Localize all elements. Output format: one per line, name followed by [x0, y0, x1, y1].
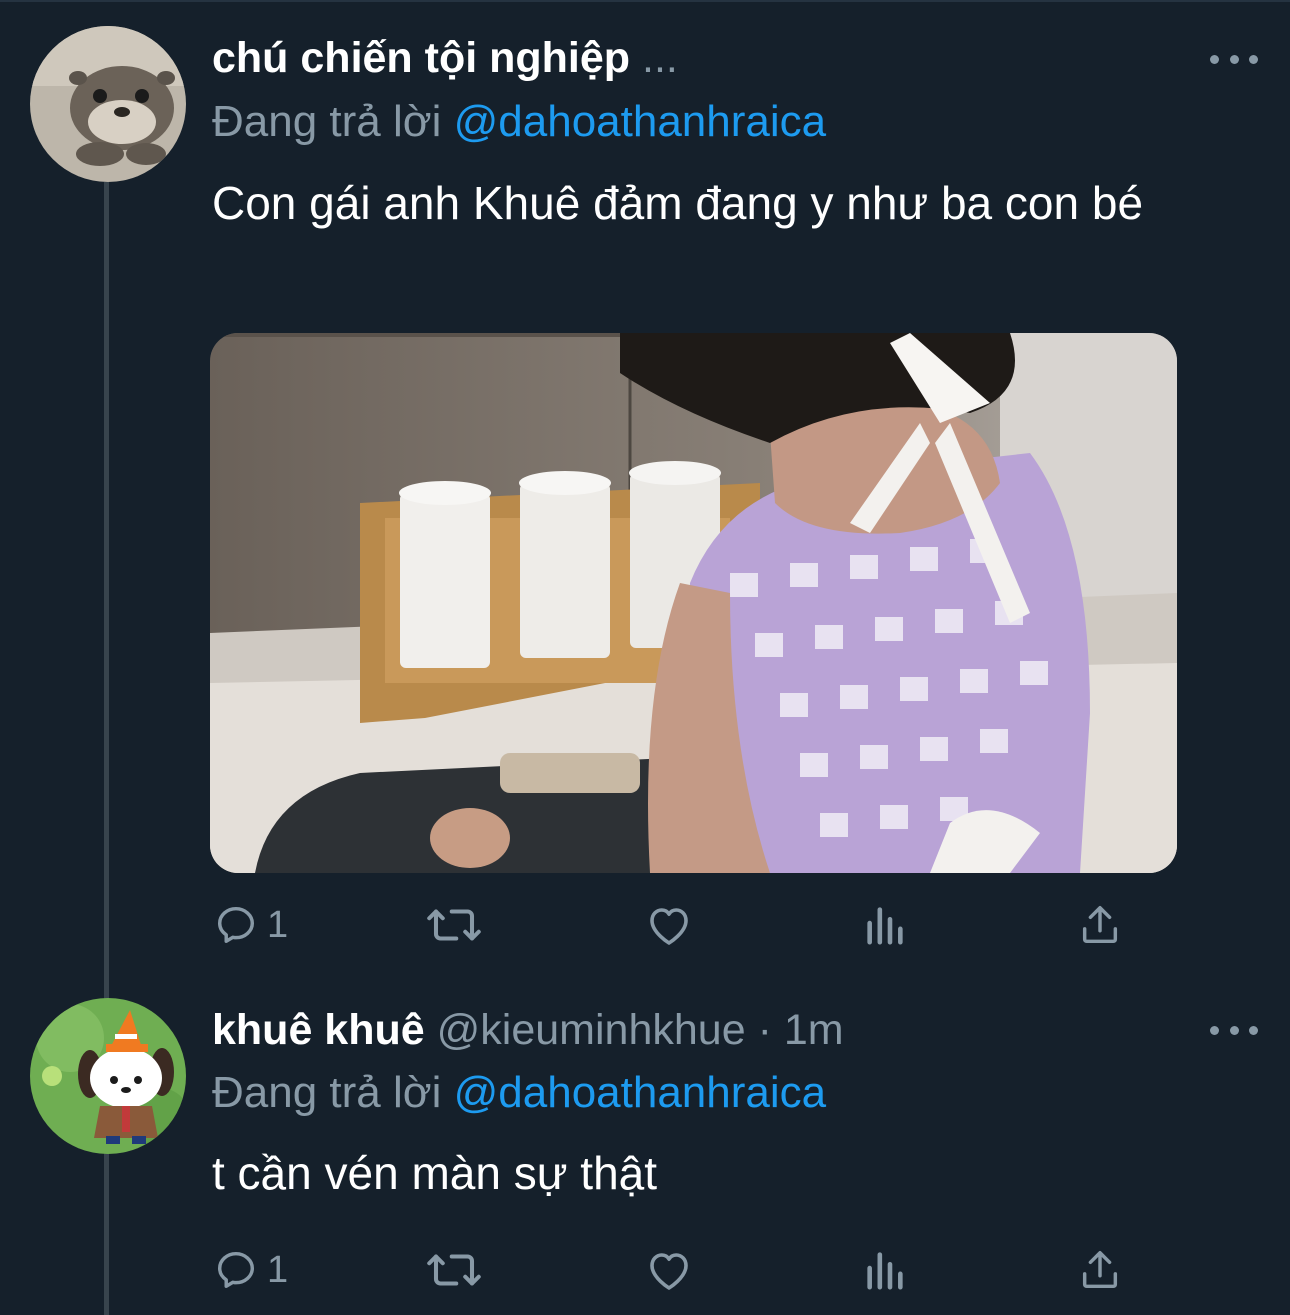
user-handle[interactable]: @kieuminhkhue [437, 1006, 746, 1054]
reply-button[interactable]: 1 [213, 895, 288, 955]
share-button[interactable] [1077, 895, 1123, 955]
tweet-text: t cần vén màn sự thật [212, 1147, 658, 1199]
more-icon[interactable] [1210, 1020, 1258, 1040]
tweet-header: chú chiến tội nghiệp ... [212, 28, 678, 88]
tweet-text: Con gái anh Khuê đảm đang y như ba con b… [212, 177, 1144, 229]
reply-count: 1 [267, 903, 289, 946]
share-icon [1082, 1251, 1118, 1289]
analytics-button[interactable] [862, 1240, 908, 1300]
like-icon [650, 1253, 688, 1290]
tweet-photo[interactable] [210, 333, 1177, 873]
replying-to: Đang trả lời @dahoathanhraica [212, 92, 826, 152]
replying-to-label: Đang trả lời [212, 97, 442, 146]
analytics-icon [867, 907, 903, 945]
retweet-icon [427, 1254, 481, 1286]
like-button[interactable] [645, 1240, 693, 1300]
share-button[interactable] [1077, 1240, 1123, 1300]
reply-mention-link[interactable]: @dahoathanhraica [454, 1068, 827, 1117]
display-name[interactable]: khuê khuê [212, 1006, 425, 1054]
replying-to-label: Đang trả lời [212, 1068, 442, 1117]
top-divider [0, 0, 1290, 2]
tweet-header: khuê khuê @kieuminhkhue · 1m [212, 1000, 844, 1060]
truncation-ellipsis: ... [642, 34, 678, 82]
reply-mention-link[interactable]: @dahoathanhraica [454, 97, 827, 146]
retweet-button[interactable] [427, 1240, 481, 1300]
analytics-icon [867, 1252, 903, 1290]
replying-to: Đang trả lời @dahoathanhraica [212, 1063, 826, 1123]
retweet-button[interactable] [427, 895, 481, 955]
like-button[interactable] [645, 895, 693, 955]
retweet-icon [427, 909, 481, 941]
like-icon [650, 908, 688, 945]
display-name[interactable]: chú chiến tội nghiệp [212, 34, 630, 82]
reply-count: 1 [267, 1248, 289, 1291]
reply-icon [217, 1251, 255, 1289]
tweet-time[interactable]: 1m [784, 1006, 844, 1054]
header-separator: · [757, 1006, 772, 1054]
more-icon[interactable] [1210, 49, 1258, 69]
reply-button[interactable]: 1 [213, 1240, 288, 1300]
otter-avatar[interactable] [30, 26, 186, 182]
share-icon [1082, 906, 1118, 944]
cartoon-dog-avatar[interactable] [30, 998, 186, 1154]
reply-icon [217, 906, 255, 944]
analytics-button[interactable] [862, 895, 908, 955]
